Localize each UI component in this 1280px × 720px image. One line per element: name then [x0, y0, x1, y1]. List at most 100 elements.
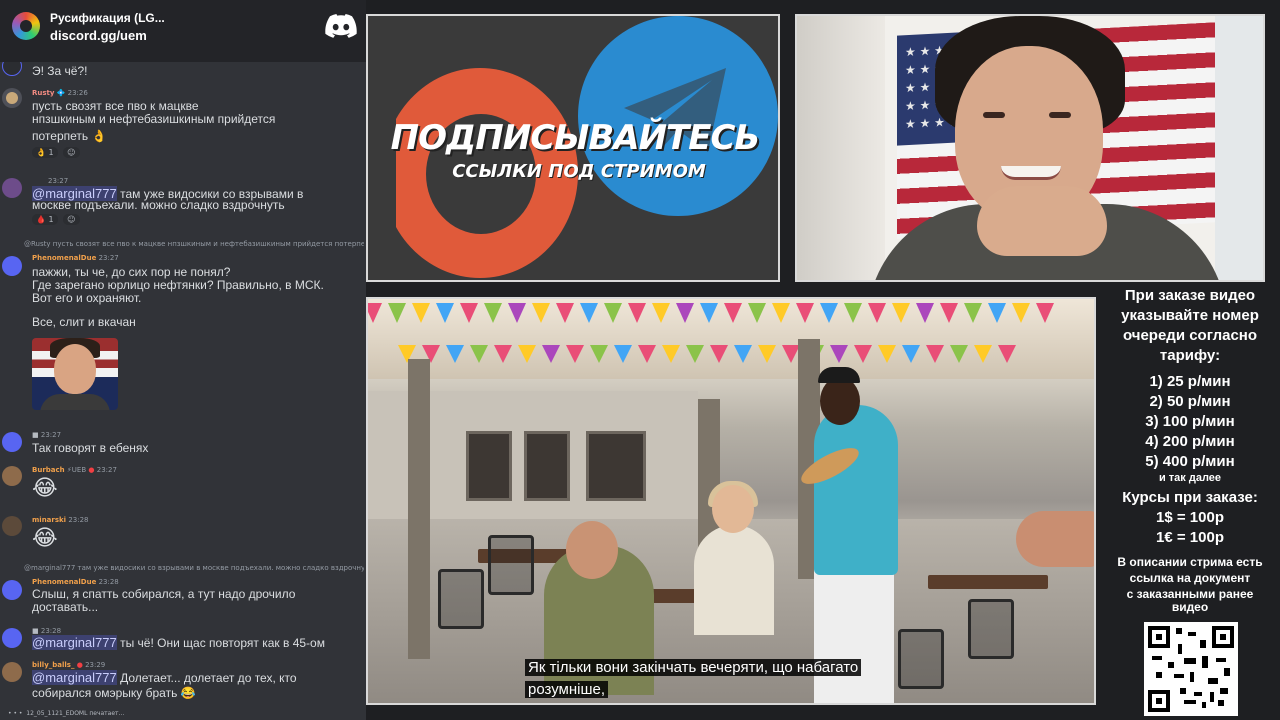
reaction-chip[interactable]: 🩸 1 [32, 214, 58, 225]
timestamp: 23:28 [40, 627, 62, 635]
user-mention[interactable]: @marginal777 [32, 635, 117, 650]
username[interactable]: billy_balls_ [32, 661, 74, 669]
message-line: москве подъехали. можно сладко вздрочнут… [32, 198, 285, 212]
message-meta: ■ 23:28 [32, 627, 62, 635]
banner-subtitle: ССЫЛКИ ПОД СТРИМОМ [452, 161, 706, 182]
server-invite-link[interactable]: discord.gg/uem [50, 28, 147, 43]
server-name: Русификация (LG... [50, 11, 165, 25]
avatar[interactable] [2, 580, 22, 600]
server-icon[interactable] [12, 12, 40, 40]
message-text: Э! За чё?! [32, 64, 88, 78]
chat-message: 23:27 @marginal777 там уже видосики со в… [0, 176, 366, 228]
role-badge: UEB [71, 466, 87, 474]
rates-title: Курсы при заказе: [1122, 489, 1258, 506]
avatar[interactable] [2, 466, 22, 486]
message-meta: billy_balls_ ● 23:29 [32, 661, 105, 669]
chat-panel: Русификация (LG... discord.gg/uem Э! За … [0, 0, 366, 720]
typing-indicator: • • • 12_05_1121_EDOML печатает... [8, 710, 125, 717]
message-text: Так говорят в ебенях [32, 441, 149, 455]
pricing-tier: 4) 200 р/мин [1145, 433, 1235, 450]
avatar[interactable] [2, 256, 22, 276]
username[interactable]: PhenomenalDue [32, 254, 96, 262]
pricing-intro: очереди согласно [1122, 327, 1258, 344]
pricing-etc: и так далее [1158, 472, 1222, 484]
reply-preview[interactable]: @marginal777 там уже видосики со взрывам… [24, 564, 364, 572]
timestamp: 23:27 [40, 431, 62, 439]
pricing-intro: тарифу: [1159, 347, 1221, 364]
message-line: доставать... [32, 600, 99, 614]
timestamp: 23:29 [85, 661, 106, 669]
pricing-intro: указывайте номер [1121, 307, 1259, 324]
chat-message: minarski 23:28 😂 [0, 514, 366, 556]
reactions: 👌 1 ☺ [32, 147, 83, 158]
rate-usd: 1$ = 100р [1156, 509, 1224, 526]
message-line: нпзшкиным и нефтебазишкиным прийдется [32, 112, 276, 126]
reply-preview[interactable]: @Rusty пусть свозят все пво к мацкве нпз… [24, 240, 364, 248]
pricing-panel: При заказе видео указывайте номер очеред… [1100, 284, 1280, 720]
bunting-decoration [398, 345, 1094, 369]
message-line: @marginal777 Долетает... долетает до тех… [32, 670, 297, 685]
chat-message: Э! За чё?! [0, 56, 366, 80]
pricing-tier: 3) 100 р/мин [1145, 413, 1235, 430]
banner-title: ПОДПИСЫВАЙТЕСЬ [390, 118, 761, 158]
avatar[interactable] [2, 662, 22, 682]
chat-message: ■ 23:27 Так говорят в ебенях [0, 430, 366, 460]
chat-message: @marginal777 там уже видосики со взрывам… [0, 564, 366, 616]
avatar[interactable] [2, 628, 22, 648]
username[interactable]: PhenomenalDue [32, 578, 96, 586]
username[interactable]: Rusty [32, 89, 54, 97]
nitro-icon: ● [76, 661, 83, 669]
add-reaction-button[interactable]: ☺ [63, 214, 80, 225]
chat-message: Burbach ⚡UEB ● 23:27 😂 [0, 464, 366, 506]
user-mention[interactable]: @marginal777 [32, 670, 117, 685]
server-header[interactable]: Русификация (LG... discord.gg/uem [0, 0, 366, 62]
subscribe-banner: ПОДПИСЫВАЙТЕСЬ ССЫЛКИ ПОД СТРИМОМ [366, 14, 780, 282]
flag-badge-icon: 💠 [56, 89, 66, 97]
timestamp: 23:28 [98, 578, 119, 586]
reaction-chip[interactable]: 👌 1 [32, 147, 58, 158]
qr-code[interactable] [1144, 622, 1238, 716]
message-line: Вот его и охраняют. [32, 291, 142, 305]
subtitle-line: Як тільки вони закінчать вечеряти, що на… [525, 659, 862, 676]
pricing-tier: 5) 400 р/мин [1145, 453, 1235, 470]
chat-message: Rusty 💠 23:26 пусть свозят все пво к мац… [0, 88, 366, 160]
chat-message: ■ 23:28 @marginal777 ты чё! Они щас повт… [0, 626, 366, 656]
username[interactable]: Burbach [32, 466, 65, 474]
reactions: 🩸 1 ☺ [32, 214, 83, 225]
timestamp: 23:27 [96, 466, 117, 474]
avatar[interactable] [2, 88, 22, 108]
pricing-intro: При заказе видео [1124, 287, 1256, 304]
timestamp: 23:28 [68, 516, 89, 524]
message-meta: minarski 23:28 [32, 516, 89, 524]
avatar[interactable] [2, 178, 22, 198]
nitro-icon: ● [88, 466, 95, 474]
timestamp: 23:26 [67, 89, 88, 97]
pricing-description: В описании стрима есть ссылка на докумен… [1117, 555, 1263, 614]
avatar[interactable] [2, 432, 22, 452]
message-meta: Burbach ⚡UEB ● 23:27 [32, 466, 117, 474]
discord-icon [325, 14, 357, 38]
chat-message: @Rusty пусть свозят все пво к мацкве нпз… [0, 240, 366, 310]
message-line: собирался омэрыку брать 😂 [32, 686, 196, 700]
laughing-emoji: 😂 [180, 686, 196, 700]
add-reaction-button[interactable]: ☺ [63, 147, 80, 158]
message-meta: PhenomenalDue 23:27 [32, 254, 119, 262]
message-line: потерпеть 👌 [32, 129, 107, 143]
chat-message: billy_balls_ ● 23:29 @marginal777 Долета… [0, 660, 366, 708]
image-attachment[interactable] [32, 338, 118, 410]
pricing-tier: 1) 25 р/мин [1149, 373, 1231, 390]
message-meta: PhenomenalDue 23:28 [32, 578, 119, 586]
message-meta: Rusty 💠 23:26 [32, 89, 88, 97]
message-line: @marginal777 ты чё! Они щас повторят как… [32, 635, 325, 650]
streamer-webcam [795, 14, 1265, 282]
video-subtitle: Як тільки вони закінчать вечеряти, що на… [525, 657, 941, 701]
avatar[interactable] [2, 516, 22, 536]
username[interactable]: minarski [32, 516, 66, 524]
laughing-emoji: 😂 [32, 476, 58, 501]
rate-eur: 1€ = 100р [1156, 529, 1224, 546]
subtitle-line: розумніше, [525, 681, 609, 698]
bunting-decoration [368, 303, 1094, 327]
laughing-emoji: 😂 [32, 526, 58, 551]
timestamp: 23:27 [98, 254, 119, 262]
video-player[interactable]: Як тільки вони закінчать вечеряти, що на… [366, 297, 1096, 705]
